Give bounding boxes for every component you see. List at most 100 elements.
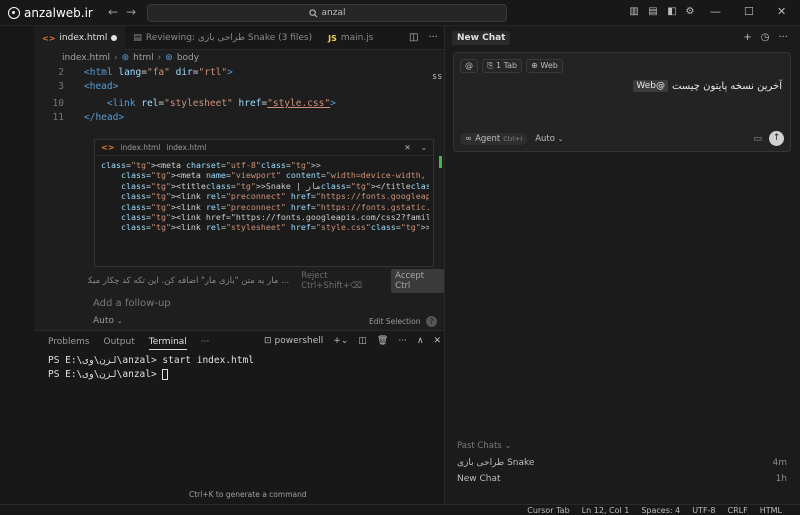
chat-history-item[interactable]: طراحی بازی Snake 4m	[457, 458, 787, 468]
tag-icon: ⊛	[121, 53, 130, 63]
chat-history-title: New Chat	[457, 474, 501, 484]
model-label: Auto	[535, 134, 555, 144]
more-actions-icon[interactable]: ···	[398, 336, 407, 346]
maximize-icon[interactable]: ☐	[744, 5, 754, 18]
toggle-chat-icon[interactable]: ◧	[666, 6, 678, 18]
search-text: anzal	[321, 8, 346, 18]
chip-label: 1 Tab	[495, 61, 518, 70]
terminal-line: PS E:\لزن\وی\anzal> start index.html	[48, 355, 254, 366]
close-window-icon[interactable]: ✕	[777, 5, 786, 18]
chevron-down-icon: ⌄	[504, 441, 512, 451]
tab-output[interactable]: Output	[103, 337, 134, 350]
close-panel-icon[interactable]: ✕	[434, 336, 442, 346]
past-chats-label: Past Chats	[457, 441, 502, 451]
diff-code: class="tg"><meta charset="utf-8"class="t…	[101, 160, 429, 233]
close-icon[interactable]: ✕	[404, 143, 410, 152]
tab-label: Reviewing: طراحی بازی Snake (3 files)	[145, 33, 313, 43]
bottom-panel: Problems Output Terminal ··· ⊡ powershell…	[34, 330, 444, 504]
chat-title-tab[interactable]: New Chat	[452, 31, 511, 45]
line-number: 2	[58, 67, 64, 78]
trash-icon[interactable]: 🗑	[377, 336, 388, 346]
tab-reviewing[interactable]: ▤ Reviewing: طراحی بازی Snake (3 files)	[125, 26, 320, 50]
tab-icon: ⎘	[487, 61, 496, 70]
watermark: anzalweb.ir	[8, 6, 93, 20]
back-arrow-icon[interactable]: ←	[108, 5, 118, 19]
model-selector[interactable]: Auto ⌄	[535, 134, 563, 144]
code-text: <link rel="stylesheet" href="style.css">	[106, 98, 336, 109]
accept-button[interactable]: Accept Ctrl	[391, 269, 444, 293]
tab-terminal[interactable]: Terminal	[148, 337, 187, 350]
chat-history-time: 4m	[772, 458, 788, 468]
message-text: آخرین نسخه پایتون چیست	[671, 80, 782, 92]
past-chats-header[interactable]: Past Chats ⌄	[457, 441, 512, 451]
html-file-icon: <>	[101, 143, 115, 152]
agent-shortcut: Ctrl+I	[503, 135, 523, 143]
toggle-sidebar-icon[interactable]: ▥	[628, 6, 640, 18]
terminal-hint: Ctrl+K to generate a command	[189, 490, 307, 499]
split-terminal-icon[interactable]: ◫	[358, 336, 367, 346]
status-language[interactable]: HTML	[760, 505, 782, 515]
unsaved-dot-icon[interactable]	[111, 35, 118, 41]
inline-diff-panel: <> index.html index.html ✕ ⌄ class="tg">…	[94, 139, 434, 267]
toggle-panel-icon[interactable]: ▤	[647, 6, 659, 18]
status-eol[interactable]: CRLF	[728, 505, 748, 515]
line-number: 10	[52, 98, 64, 109]
code-text: </head>	[84, 112, 125, 123]
review-icon: ▤	[133, 33, 142, 43]
breadcrumb-item[interactable]: body	[177, 53, 199, 63]
tab-problems[interactable]: Problems	[48, 337, 89, 350]
arrow-up-icon: ↑	[772, 133, 781, 143]
agent-label: Agent	[475, 134, 501, 144]
tab-index-html[interactable]: <> index.html	[34, 26, 126, 50]
diff-gutter-mark	[439, 156, 442, 168]
more-tabs-icon[interactable]: ···	[201, 337, 210, 350]
tab-main-js[interactable]: JS main.js	[320, 26, 381, 50]
minimize-icon[interactable]: —	[710, 5, 721, 18]
history-icon[interactable]: ◷	[761, 32, 770, 43]
status-encoding[interactable]: UTF-8	[692, 505, 715, 515]
web-context-chip[interactable]: ⊕ Web	[526, 59, 563, 73]
chat-message[interactable]: Web@ آخرین نسخه پایتون چیست	[633, 80, 782, 92]
mode-selector[interactable]: Auto ⌄	[93, 316, 123, 326]
chat-input-box[interactable]: @ ⎘ 1 Tab ⊕ Web Web@ آخرین نسخه پایتون چ…	[453, 52, 791, 152]
chevron-down-icon[interactable]: ⌄	[421, 143, 427, 152]
reject-button[interactable]: Reject Ctrl+Shift+⌫	[301, 271, 387, 291]
new-chat-icon[interactable]: +	[743, 32, 751, 43]
terminal-actions: ⊡ powershell +⌄ ◫ 🗑 ··· ∧ ✕	[264, 336, 441, 346]
activity-bar	[0, 26, 34, 504]
tab-label: main.js	[340, 33, 374, 43]
chat-pane: New Chat + ◷ ··· @ ⎘ 1 Tab ⊕ Web Web@ آخ…	[444, 26, 800, 504]
overflow-text: ss	[432, 72, 443, 82]
more-actions-icon[interactable]: ···	[778, 32, 788, 43]
terminal-prompt: PS E:\لزن\وی\anzal>	[48, 369, 163, 380]
tag-icon: ⊛	[165, 53, 173, 63]
panel-tabs: Problems Output Terminal ···	[48, 337, 209, 350]
breadcrumb-item[interactable]: index.html	[62, 53, 110, 63]
settings-gear-icon[interactable]: ⚙	[684, 6, 696, 18]
followup-input[interactable]: Add a follow-up	[93, 298, 171, 309]
status-indent[interactable]: Spaces: 4	[641, 505, 680, 515]
more-actions-icon[interactable]: ···	[428, 32, 438, 43]
new-terminal-icon[interactable]: +⌄	[333, 336, 348, 346]
breadcrumb: index.html › ⊛ html › ⊛ body	[34, 50, 444, 66]
chat-history-time: 1h	[775, 474, 787, 484]
status-position[interactable]: Ln 12, Col 1	[582, 505, 630, 515]
prompt-text: ... مار به متن "بازی مار" اضافه کن. این …	[88, 276, 290, 286]
chat-history-item[interactable]: New Chat 1h	[457, 474, 787, 484]
status-cursor-tab[interactable]: Cursor Tab	[527, 505, 569, 515]
breadcrumb-item[interactable]: html	[133, 53, 154, 63]
edit-selection-label[interactable]: Edit Selection	[369, 317, 420, 326]
image-attach-icon[interactable]: ▭	[753, 134, 762, 144]
help-icon[interactable]: ?	[426, 316, 437, 327]
status-bar: Cursor Tab Ln 12, Col 1 Spaces: 4 UTF-8 …	[0, 504, 800, 515]
split-editor-icon[interactable]: ◫	[409, 32, 418, 43]
forward-arrow-icon[interactable]: →	[126, 5, 136, 19]
agent-mode-selector[interactable]: ∞ Agent Ctrl+I	[460, 133, 528, 145]
tab-context-chip[interactable]: ⎘ 1 Tab	[482, 59, 523, 73]
terminal-profile[interactable]: ⊡ powershell	[264, 336, 323, 346]
infinity-icon: ∞	[465, 134, 473, 144]
maximize-panel-icon[interactable]: ∧	[417, 336, 424, 346]
mention-chip[interactable]: @	[460, 59, 478, 73]
command-search-box[interactable]: anzal	[147, 4, 507, 22]
send-button[interactable]: ↑	[769, 131, 784, 146]
